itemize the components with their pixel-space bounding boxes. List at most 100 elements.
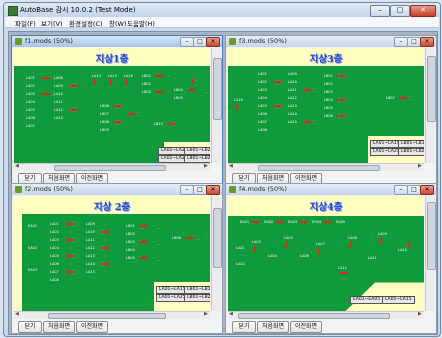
status-marker[interactable] [274,81,282,83]
range-label[interactable]: LB01~LB25 [184,147,210,155]
status-marker[interactable] [66,271,74,273]
floor-window-f4[interactable]: f4.mods (50%) – □ ✕ 지상4층 EA01 EA02 EA03 … [225,183,437,334]
status-marker[interactable] [380,238,382,244]
range-label[interactable]: LA01~LA15 [382,296,415,304]
menu-file[interactable]: 파일(F) [15,18,36,28]
status-marker[interactable] [338,115,346,117]
horizontal-scrollbar[interactable]: ◀ ▶ [14,163,210,171]
scroll-thumb[interactable] [213,208,222,268]
status-marker[interactable] [236,104,238,110]
status-marker[interactable] [140,257,148,259]
status-marker[interactable] [338,99,346,101]
status-marker[interactable] [304,89,312,91]
menu-settings[interactable]: 환경설정(C) [69,18,103,28]
scroll-right-icon[interactable]: ▶ [418,311,422,317]
status-marker[interactable] [408,242,410,248]
status-marker[interactable] [126,79,128,85]
maximize-button[interactable]: □ [193,185,207,195]
previous-screen-button[interactable]: 이전화면 [290,321,322,333]
window-title-bar[interactable]: f3.mods (50%) – □ ✕ [226,36,436,47]
status-marker[interactable] [300,221,308,223]
vertical-scrollbar[interactable] [425,196,436,311]
range-label[interactable]: LB01~LB25 [184,155,210,163]
scroll-right-icon[interactable]: ▶ [204,163,208,169]
minimize-button[interactable]: – [394,185,408,195]
home-screen-button[interactable]: 처음화면 [43,321,75,333]
menu-help[interactable]: 도움말(H) [127,18,155,28]
status-marker[interactable] [324,221,332,223]
title-bar[interactable]: AutoBase 감시 10.0.2 (Test Mode) – □ ✕ [4,3,440,17]
close-button[interactable]: ✕ [420,37,434,47]
status-marker[interactable] [102,231,110,233]
minimize-button[interactable]: – [370,5,390,17]
status-marker[interactable] [128,113,136,115]
scroll-right-icon[interactable]: ▶ [204,311,208,317]
status-marker[interactable] [114,121,122,123]
status-marker[interactable] [318,248,320,254]
range-label[interactable]: LB01~LB15 [398,140,424,148]
window-title-bar[interactable]: f4.mods (50%) – □ ✕ [226,184,436,195]
status-marker[interactable] [140,225,148,227]
floor-window-f3[interactable]: f3.mods (50%) – □ ✕ 지상3층 LA01 LA02 LA03 … [225,35,437,186]
scroll-left-icon[interactable]: ◀ [15,163,19,169]
range-label[interactable]: EA01~EA05 [350,296,384,304]
status-marker[interactable] [276,221,284,223]
status-marker[interactable] [102,247,110,249]
status-marker[interactable] [168,123,176,125]
minimize-button[interactable]: – [394,37,408,47]
status-marker[interactable] [304,121,312,123]
vertical-scrollbar[interactable] [211,196,222,311]
menu-window[interactable]: 창(W) [109,18,126,28]
status-marker[interactable] [70,109,78,111]
status-marker[interactable] [66,255,74,257]
close-view-button[interactable]: 닫기 [18,321,42,333]
maximize-button[interactable]: □ [390,5,410,17]
vertical-scrollbar[interactable] [425,48,436,163]
maximize-button[interactable]: □ [193,37,207,47]
scroll-thumb[interactable] [427,202,436,270]
status-marker[interactable] [70,85,78,87]
minimize-button[interactable]: – [180,37,194,47]
status-marker[interactable] [186,237,194,239]
close-button[interactable]: ✕ [420,185,434,195]
status-marker[interactable] [114,105,122,107]
status-marker[interactable] [274,105,282,107]
horizontal-scrollbar[interactable]: ◀ ▶ [228,163,424,171]
status-marker[interactable] [42,93,50,95]
window-title-bar[interactable]: f1.mods (50%) – □ ✕ [12,36,222,47]
home-screen-button[interactable]: 처음화면 [257,321,289,333]
range-label[interactable]: LB01~LB25 [184,294,210,302]
close-button[interactable]: ✕ [410,5,436,17]
status-marker[interactable] [350,242,352,248]
maximize-button[interactable]: □ [407,37,421,47]
floor-window-f2[interactable]: f2.mods (50%) – □ ✕ 지상 2층 EA01 EA02 EA03… [11,183,223,334]
status-marker[interactable] [110,79,112,85]
scroll-thumb[interactable] [213,58,222,120]
scroll-right-icon[interactable]: ▶ [418,163,422,169]
window-title-bar[interactable]: f2.mods (50%) – □ ✕ [12,184,222,195]
status-marker[interactable] [254,246,256,252]
status-marker[interactable] [66,239,74,241]
close-button[interactable]: ✕ [206,185,220,195]
status-marker[interactable] [42,77,50,79]
status-marker[interactable] [286,242,288,248]
status-marker[interactable] [188,89,196,91]
minimize-button[interactable]: – [180,185,194,195]
close-button[interactable]: ✕ [206,37,220,47]
previous-screen-button[interactable]: 이전화면 [76,321,108,333]
scroll-left-icon[interactable]: ◀ [15,311,19,317]
menu-view[interactable]: 보기(V) [41,18,62,28]
floor-window-f1[interactable]: f1.mods (50%) – □ ✕ 지상1층 LA01 LA02 LA03 … [11,35,223,186]
range-label[interactable]: LB01~LB15 [184,286,210,294]
status-marker[interactable] [66,223,74,225]
status-marker[interactable] [192,78,194,84]
scroll-thumb[interactable] [427,56,436,122]
status-marker[interactable] [140,241,148,243]
status-marker[interactable] [156,91,164,93]
scroll-left-icon[interactable]: ◀ [229,163,233,169]
status-marker[interactable] [156,75,164,77]
status-marker[interactable] [400,97,408,99]
status-marker[interactable] [102,263,110,265]
close-view-button[interactable]: 닫기 [232,321,256,333]
maximize-button[interactable]: □ [407,185,421,195]
